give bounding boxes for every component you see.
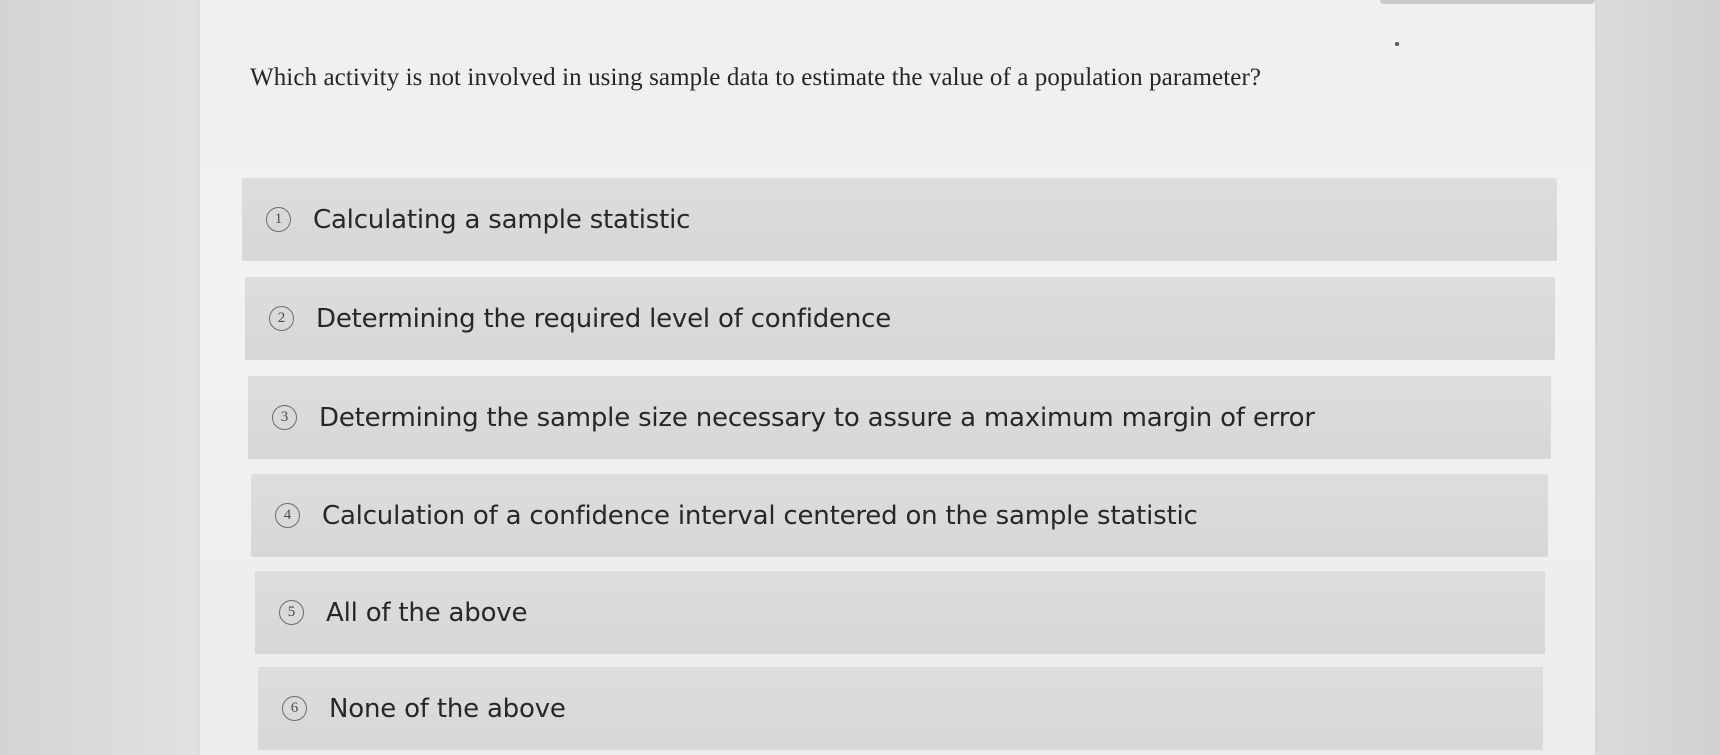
option-label: Calculating a sample statistic — [313, 204, 691, 235]
answer-option-4[interactable]: 4 Calculation of a confidence interval c… — [251, 474, 1548, 557]
option-label: Determining the sample size necessary to… — [319, 402, 1315, 433]
option-label: Calculation of a confidence interval cen… — [322, 500, 1198, 531]
option-number-badge: 4 — [275, 503, 300, 528]
option-label: Determining the required level of confid… — [316, 303, 892, 334]
dust-speck — [1395, 42, 1399, 46]
answer-option-6[interactable]: 6 None of the above — [258, 667, 1543, 750]
question-text: Which activity is not involved in using … — [250, 64, 1262, 91]
option-label: All of the above — [326, 597, 528, 628]
option-number-badge: 3 — [272, 405, 297, 430]
option-number-badge: 6 — [282, 696, 307, 721]
answer-option-1[interactable]: 1 Calculating a sample statistic — [242, 178, 1557, 261]
screen-edge — [1380, 0, 1595, 4]
answer-option-2[interactable]: 2 Determining the required level of conf… — [245, 277, 1555, 360]
answer-option-3[interactable]: 3 Determining the sample size necessary … — [248, 376, 1551, 459]
option-number-badge: 5 — [279, 600, 304, 625]
answer-option-5[interactable]: 5 All of the above — [255, 571, 1545, 654]
option-number-badge: 1 — [266, 207, 291, 232]
option-number-badge: 2 — [269, 306, 294, 331]
quiz-card: Which activity is not involved in using … — [200, 0, 1595, 755]
option-label: None of the above — [329, 693, 566, 724]
